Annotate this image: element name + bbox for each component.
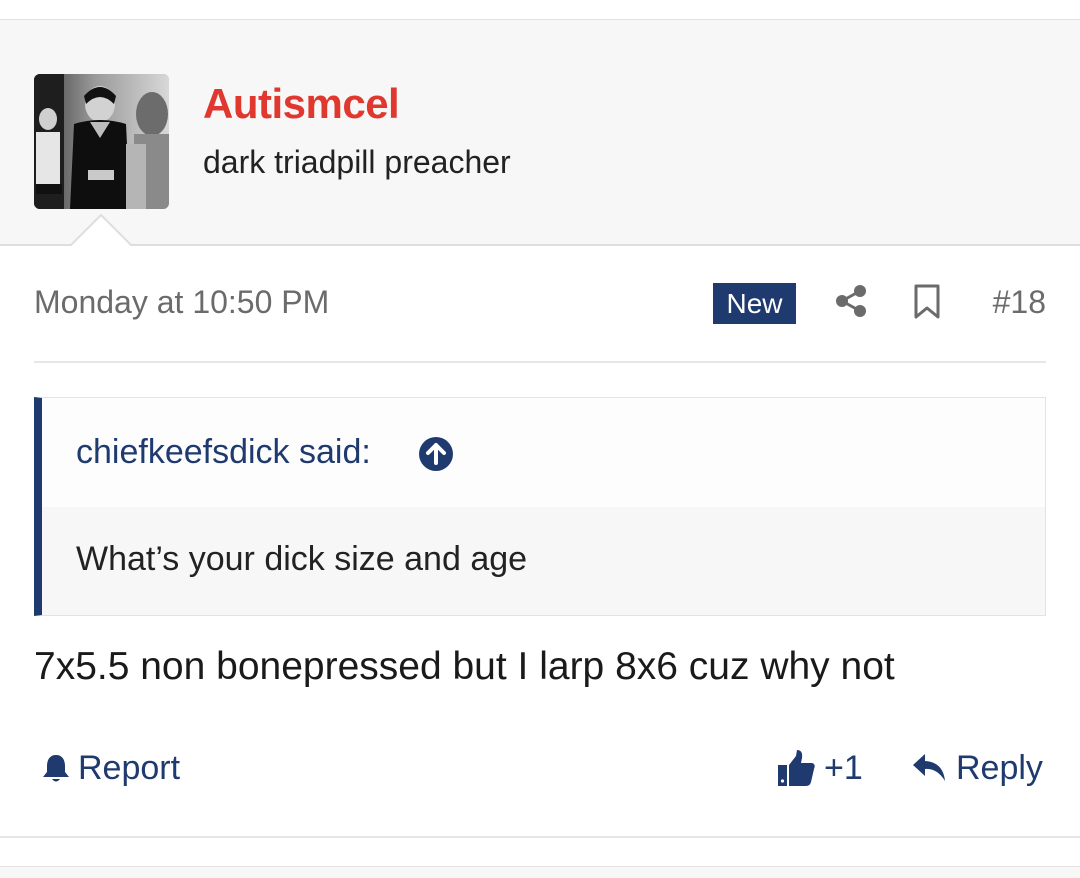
avatar[interactable]	[34, 74, 169, 209]
reply-icon	[911, 752, 947, 784]
new-badge: New	[713, 283, 796, 324]
next-post-edge	[0, 866, 1080, 878]
report-label: Report	[78, 749, 181, 787]
quote-content: What’s your dick size and age	[42, 507, 1045, 615]
username[interactable]: Autismcel	[203, 80, 400, 128]
post-timestamp[interactable]: Monday at 10:50 PM	[34, 282, 329, 322]
user-title: dark triadpill preacher	[203, 144, 511, 180]
quote-text: What’s your dick size and age	[76, 540, 528, 578]
post-user-header: Autismcel dark triadpill preacher	[0, 20, 1080, 246]
avatar-photo	[34, 74, 169, 209]
quote-block: chiefkeefsdick said: What’s your dick si…	[34, 397, 1046, 616]
arrow-up-circle-icon[interactable]	[418, 436, 454, 472]
post-body-text: 7x5.5 non bonepressed but I larp 8x6 cuz…	[34, 645, 895, 688]
meta-divider	[34, 361, 1046, 363]
post-meta-row: Monday at 10:50 PM New #18	[34, 282, 1046, 326]
quote-attribution[interactable]: chiefkeefsdick said:	[76, 432, 371, 472]
thumbs-up-icon	[776, 748, 816, 788]
post-footer-divider	[0, 836, 1080, 838]
post-number[interactable]: #18	[993, 282, 1046, 322]
bell-icon	[40, 752, 72, 784]
bookmark-icon[interactable]	[912, 284, 942, 320]
share-icon[interactable]	[834, 284, 868, 318]
reply-label: Reply	[956, 749, 1043, 787]
quote-header: chiefkeefsdick said:	[42, 398, 1045, 507]
like-count: +1	[824, 749, 863, 787]
